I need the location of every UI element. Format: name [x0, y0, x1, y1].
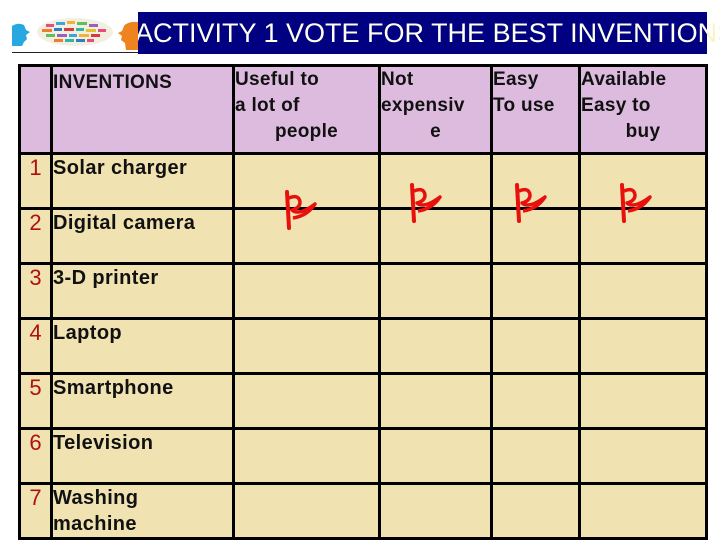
invention-name: Solar charger: [50, 152, 235, 210]
vote-cell[interactable]: [578, 372, 708, 430]
header-useful: Useful to a lot of people: [232, 64, 381, 155]
header-line: Not: [381, 69, 414, 90]
table-row: 1 Solar charger: [18, 152, 708, 210]
header-line: expensiv: [381, 95, 465, 116]
invention-name: Laptop: [50, 317, 235, 375]
vote-cell[interactable]: [490, 317, 581, 375]
header-inventions: INVENTIONS: [50, 64, 235, 155]
row-number: 2: [18, 207, 53, 265]
header-available-label: Available Easy to buy: [581, 67, 705, 145]
table-row: 2 Digital camera: [18, 207, 708, 265]
header-line: Available: [581, 69, 667, 90]
header-line: Useful to: [235, 69, 319, 90]
red-flag-checkmark-icon: [283, 190, 317, 230]
table-row: 5 Smartphone: [18, 372, 708, 430]
header-easy-to-use-label: Easy To use: [493, 67, 578, 119]
vote-cell[interactable]: [232, 317, 381, 375]
speech-bubble-people-icon: [12, 12, 138, 54]
red-flag-checkmark-icon: [513, 183, 547, 223]
header-not-expensive: Not expensiv e: [378, 64, 493, 155]
vote-cell[interactable]: [232, 427, 381, 485]
row-number: 5: [18, 372, 53, 430]
header-line: To use: [493, 95, 555, 116]
red-flag-checkmark-icon: [408, 183, 442, 223]
vote-cell[interactable]: [232, 262, 381, 320]
header-line: people: [274, 121, 339, 142]
vote-cell[interactable]: [578, 427, 708, 485]
header-useful-label: Useful to a lot of people: [235, 67, 378, 145]
vote-table: INVENTIONS Useful to a lot of people Not ex…: [18, 64, 708, 540]
header-line: buy: [625, 121, 661, 142]
invention-name: Washing machine: [50, 482, 235, 540]
vote-cell[interactable]: [490, 427, 581, 485]
header-not-expensive-label: Not expensiv e: [381, 67, 490, 145]
header-line: Easy: [493, 69, 539, 90]
vote-cell[interactable]: [578, 317, 708, 375]
vote-cell[interactable]: [378, 317, 493, 375]
table-row: 4 Laptop: [18, 317, 708, 375]
header-line: a lot of: [235, 95, 300, 116]
row-number: 6: [18, 427, 53, 485]
header-number: [18, 64, 53, 155]
table-row: 6 Television: [18, 427, 708, 485]
vote-cell[interactable]: [378, 482, 493, 540]
vote-cell[interactable]: [378, 372, 493, 430]
vote-cell[interactable]: [578, 482, 708, 540]
vote-cell[interactable]: [578, 262, 708, 320]
row-number: 1: [18, 152, 53, 210]
vote-cell[interactable]: [378, 262, 493, 320]
header-easy-to-use: Easy To use: [490, 64, 581, 155]
page-title-overflow: ACTIVITY 1 VOTE FOR THE BEST INVENTIONS: [707, 18, 720, 48]
table-row: 3 3-D printer: [18, 262, 708, 320]
row-number: 7: [18, 482, 53, 540]
vote-cell[interactable]: [232, 482, 381, 540]
row-number: 4: [18, 317, 53, 375]
header-inventions-label: INVENTIONS: [53, 72, 173, 93]
header-row: INVENTIONS Useful to a lot of people Not ex…: [18, 64, 708, 155]
title-bar: ACTIVITY 1 VOTE FOR THE BEST INVENTIONS: [138, 12, 707, 54]
header-line: e: [430, 121, 441, 142]
invention-name: Digital camera: [50, 207, 235, 265]
vote-cell[interactable]: [490, 262, 581, 320]
page-title: ACTIVITY 1 VOTE FOR THE BEST INVENTIONS: [138, 18, 707, 48]
red-flag-checkmark-icon: [618, 183, 652, 223]
logo-underline: [12, 52, 138, 53]
vote-cell[interactable]: [232, 372, 381, 430]
invention-name: Smartphone: [50, 372, 235, 430]
vote-cell[interactable]: [490, 482, 581, 540]
table-row: 7 Washing machine: [18, 482, 708, 540]
header-available: Available Easy to buy: [578, 64, 708, 155]
invention-name: 3-D printer: [50, 262, 235, 320]
vote-cell[interactable]: [378, 427, 493, 485]
vote-cell[interactable]: [490, 372, 581, 430]
invention-name: Television: [50, 427, 235, 485]
row-number: 3: [18, 262, 53, 320]
title-overflow: ACTIVITY 1 VOTE FOR THE BEST INVENTIONS: [707, 12, 720, 54]
header-line: Easy to: [581, 95, 651, 116]
